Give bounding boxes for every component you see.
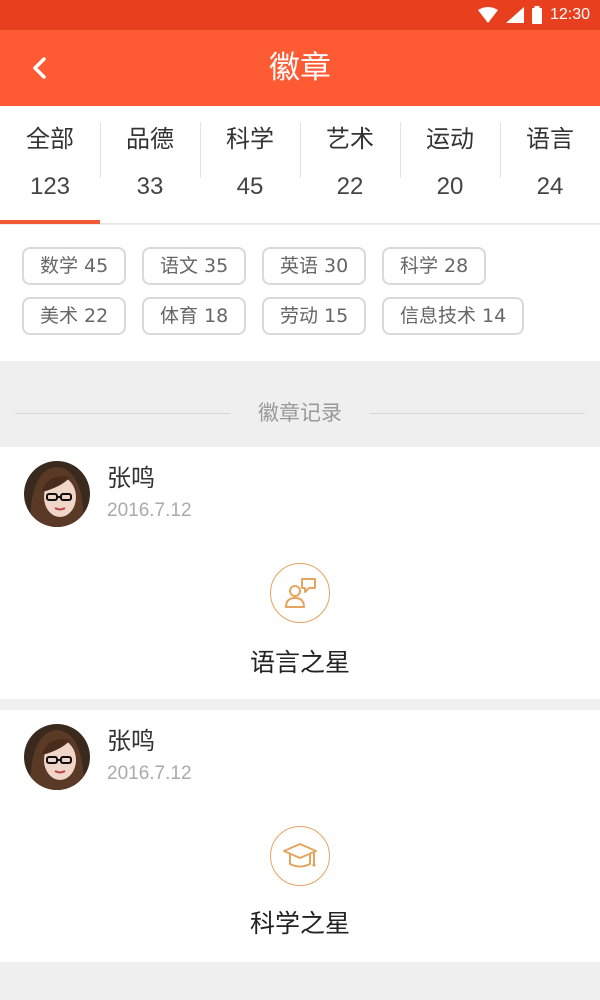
tab-label: 艺术 xyxy=(326,125,374,153)
record-date: 2016.7.12 xyxy=(107,763,192,784)
tab-label: 运动 xyxy=(426,125,474,153)
category-tabs: 全部 123 品德 33 科学 45 艺术 22 运动 20 语言 24 xyxy=(0,106,600,224)
chip-it[interactable]: 信息技术 14 xyxy=(382,297,525,335)
tab-label: 全部 xyxy=(26,125,74,153)
section-divider: 徽章记录 xyxy=(0,383,600,443)
record-date: 2016.7.12 xyxy=(107,500,192,521)
chip-chinese[interactable]: 语文 35 xyxy=(142,247,247,285)
status-icons: 12:30 xyxy=(477,5,590,25)
tab-art[interactable]: 艺术 22 xyxy=(300,106,400,224)
tab-science[interactable]: 科学 45 xyxy=(200,106,300,224)
tab-label: 科学 xyxy=(226,125,274,153)
badge-name: 科学之星 xyxy=(249,909,350,938)
badge-record[interactable]: 张鸣 2016.7.12 科学之星 xyxy=(0,710,600,962)
tab-language[interactable]: 语言 24 xyxy=(500,106,600,224)
page-title: 徽章 xyxy=(269,50,331,86)
graduation-cap-icon xyxy=(283,843,317,868)
avatar[interactable] xyxy=(24,461,90,527)
badge-record[interactable]: 张鸣 2016.7.12 语言之星 xyxy=(0,447,600,699)
tab-sports[interactable]: 运动 20 xyxy=(400,106,500,224)
badge-icon-container xyxy=(270,563,330,623)
badge-name: 语言之星 xyxy=(249,648,350,677)
divider-line-right xyxy=(370,413,585,414)
wifi-icon xyxy=(477,7,498,23)
tab-label: 语言 xyxy=(526,125,574,153)
tab-morality[interactable]: 品德 33 xyxy=(100,106,200,224)
app-bar: 徽章 xyxy=(0,30,600,106)
chip-pe[interactable]: 体育 18 xyxy=(142,297,247,335)
tab-label: 品德 xyxy=(126,125,174,153)
avatar[interactable] xyxy=(24,724,90,790)
user-name: 张鸣 xyxy=(107,727,155,755)
tab-count: 33 xyxy=(136,173,164,200)
subject-chips: 数学 45 语文 35 英语 30 科学 28 美术 22 体育 18 劳动 1… xyxy=(0,225,600,361)
chip-math[interactable]: 数学 45 xyxy=(22,247,127,285)
chip-science[interactable]: 科学 28 xyxy=(382,247,487,285)
chip-english[interactable]: 英语 30 xyxy=(262,247,367,285)
tab-count: 22 xyxy=(336,173,364,200)
tab-count: 45 xyxy=(236,173,264,200)
status-bar: 12:30 xyxy=(0,0,600,30)
speaking-person-icon xyxy=(285,578,316,608)
signal-icon xyxy=(505,7,524,23)
status-time: 12:30 xyxy=(549,6,590,23)
chip-labor[interactable]: 劳动 15 xyxy=(262,297,367,335)
tab-count: 20 xyxy=(436,173,464,200)
chip-fine-arts[interactable]: 美术 22 xyxy=(22,297,127,335)
tab-count: 123 xyxy=(29,173,71,200)
tab-all[interactable]: 全部 123 xyxy=(0,106,100,224)
badge-icon-container xyxy=(270,826,330,886)
tab-count: 24 xyxy=(536,173,564,200)
user-name: 张鸣 xyxy=(107,464,155,492)
battery-icon xyxy=(531,6,542,24)
